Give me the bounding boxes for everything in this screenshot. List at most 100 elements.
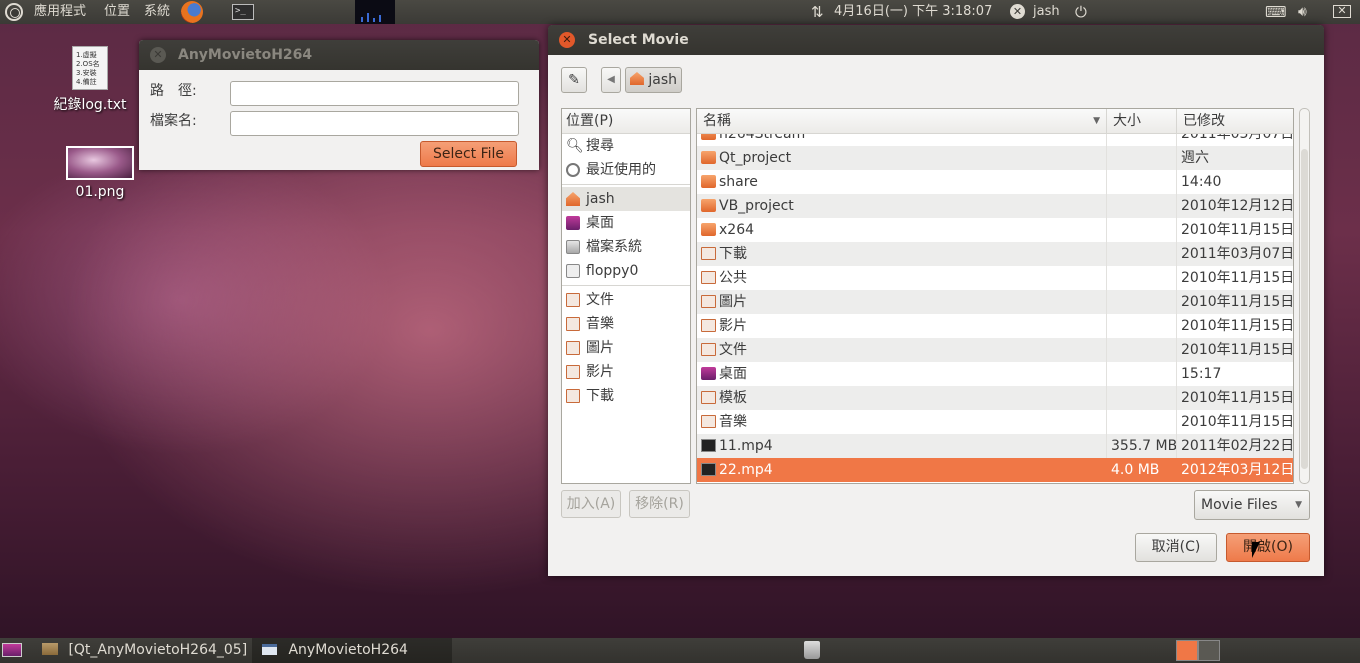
desktop-icon-01-png[interactable]: 01.png [60, 146, 140, 200]
column-divider [1106, 194, 1107, 218]
file-modified: 2011年03月07日 [1181, 246, 1294, 262]
place-recent[interactable]: 最近使用的 [562, 158, 690, 182]
network-icon[interactable]: ⇅ [811, 0, 824, 24]
file-row[interactable]: share 14:40 [697, 170, 1293, 194]
show-desktop-button[interactable] [2, 638, 22, 663]
close-icon[interactable]: ✕ [559, 32, 575, 48]
terminal-icon[interactable]: >_ [232, 0, 254, 24]
place-jash[interactable]: jash [562, 187, 690, 211]
file-modified: 2010年11月15日 [1181, 318, 1294, 334]
place-filesystem[interactable]: 檔案系統 [562, 235, 690, 259]
keyboard-icon[interactable]: ⌨ [1265, 0, 1287, 24]
column-header-size[interactable]: 大小 [1107, 109, 1177, 134]
add-bookmark-button[interactable]: 加入(A) [561, 490, 621, 518]
file-filter-select[interactable]: Movie Files ▼ [1194, 490, 1310, 520]
file-row[interactable]: 音樂 2010年11月15日 [697, 410, 1293, 434]
file-modified: 2010年11月15日 [1181, 294, 1294, 310]
column-divider [1106, 242, 1107, 266]
taskbar-item-anymovie[interactable]: AnyMovietoH264 [252, 638, 452, 663]
column-divider [1176, 338, 1177, 362]
column-divider [1106, 290, 1107, 314]
edit-location-button[interactable]: ✎ [561, 67, 587, 93]
menu-applications[interactable]: 應用程式 [34, 0, 86, 24]
file-name: 下載 [719, 246, 747, 262]
place-label: 最近使用的 [586, 162, 656, 178]
folder-icon [701, 199, 716, 212]
file-name: 音樂 [719, 414, 747, 430]
column-header-name[interactable]: 名稱 ▼ [697, 109, 1107, 134]
file-list-header: 名稱 ▼ 大小 已修改 [697, 109, 1293, 134]
menu-places[interactable]: 位置 [104, 0, 130, 24]
column-divider [1176, 242, 1177, 266]
path-input[interactable] [230, 81, 519, 106]
user-name[interactable]: jash [1033, 0, 1060, 24]
file-row[interactable]: 模板 2010年11月15日 [697, 386, 1293, 410]
file-modified: 2011年02月22日 [1181, 438, 1294, 454]
place-desktop[interactable]: 桌面 [562, 211, 690, 235]
column-divider [1106, 170, 1107, 194]
scrollbar-thumb[interactable] [1301, 149, 1308, 469]
window-titlebar[interactable]: ✕ AnyMovietoH264 [139, 40, 539, 70]
workspace-1[interactable] [1176, 640, 1198, 661]
dialog-titlebar[interactable]: ✕ Select Movie [548, 25, 1324, 55]
place-label: jash [586, 191, 615, 207]
file-list[interactable]: 名稱 ▼ 大小 已修改 h264Stream 2011年03月07日 Qt_proj… [696, 108, 1294, 484]
music-folder-icon [566, 317, 580, 331]
preview-line: 1.虛擬 [76, 51, 97, 59]
clock[interactable]: 4月16日(一) 下午 3:18:07 [834, 0, 992, 24]
file-size: 355.7 MB [1111, 438, 1178, 454]
remove-bookmark-button[interactable]: 移除(R) [629, 490, 690, 518]
file-row[interactable]: 桌面 15:17 [697, 362, 1293, 386]
trash-icon[interactable] [804, 638, 820, 663]
column-divider [1106, 314, 1107, 338]
column-header-modified[interactable]: 已修改 [1177, 109, 1293, 134]
close-icon[interactable]: ✕ [150, 47, 166, 63]
file-name: 22.mp4 [719, 462, 773, 478]
ubuntu-logo-icon[interactable] [5, 0, 23, 24]
filename-input[interactable] [230, 111, 519, 136]
folder-icon [42, 643, 58, 655]
places-header[interactable]: 位置(P) [562, 109, 690, 134]
path-back-button[interactable]: ◀ [601, 67, 621, 93]
file-row[interactable]: 圖片 2010年11月15日 [697, 290, 1294, 314]
file-name: x264 [719, 222, 755, 238]
power-icon[interactable]: ⏻ [1075, 0, 1087, 24]
file-row[interactable]: VB_project 2010年12月12日 [697, 194, 1293, 218]
place-downloads[interactable]: 下載 [562, 384, 690, 408]
user-icon[interactable]: ✕ [1010, 0, 1025, 24]
path-button-jash[interactable]: jash [625, 67, 682, 93]
volume-icon[interactable]: 🔊︎ [1298, 0, 1307, 24]
place-music[interactable]: 音樂 [562, 312, 690, 336]
file-list-scrollbar[interactable] [1299, 108, 1310, 484]
file-modified: 週六 [1181, 150, 1209, 166]
select-file-button[interactable]: Select File [420, 141, 517, 167]
mail-icon[interactable]: ✕ [1333, 0, 1351, 24]
taskbar-item-folder[interactable]: [Qt_AnyMovietoH264_05] [42, 638, 247, 663]
file-row[interactable]: Qt_project 週六 [697, 146, 1293, 170]
workspace-2[interactable] [1198, 640, 1220, 661]
place-floppy[interactable]: floppy0 [562, 259, 690, 283]
open-button[interactable]: 開啟(O) [1226, 533, 1310, 562]
column-divider [1176, 266, 1177, 290]
file-row[interactable]: 下載 2011年03月07日 [697, 242, 1294, 266]
column-divider [1106, 362, 1107, 386]
file-row[interactable]: 影片 2010年11月15日 [697, 314, 1294, 338]
cancel-button[interactable]: 取消(C) [1135, 533, 1217, 562]
place-documents[interactable]: 文件 [562, 288, 690, 312]
file-row[interactable]: 公共 2010年11月15日 [697, 266, 1293, 290]
column-divider [1176, 218, 1177, 242]
menu-system[interactable]: 系統 [144, 0, 170, 24]
desktop-icon-log-txt[interactable]: 1.虛擬 2.OS名 3.安裝 4.備註 紀錄log.txt [48, 46, 132, 114]
path-button-label: jash [648, 72, 678, 88]
file-row[interactable]: 22.mp4 4.0 MB 2012年03月12日 [697, 458, 1293, 482]
file-row[interactable]: x264 2010年11月15日 [697, 218, 1293, 242]
firefox-icon[interactable] [181, 0, 203, 24]
place-videos[interactable]: 影片 [562, 360, 690, 384]
place-pictures[interactable]: 圖片 [562, 336, 690, 360]
image-thumbnail-icon [66, 146, 134, 180]
file-row[interactable]: 11.mp4 355.7 MB 2011年02月22日 [697, 434, 1294, 458]
file-row[interactable]: 文件 2010年11月15日 [697, 338, 1293, 362]
workspace-switcher[interactable] [1176, 638, 1220, 663]
place-search[interactable]: 🔍︎ 搜尋 [562, 134, 690, 158]
system-monitor-icon[interactable] [355, 0, 395, 24]
